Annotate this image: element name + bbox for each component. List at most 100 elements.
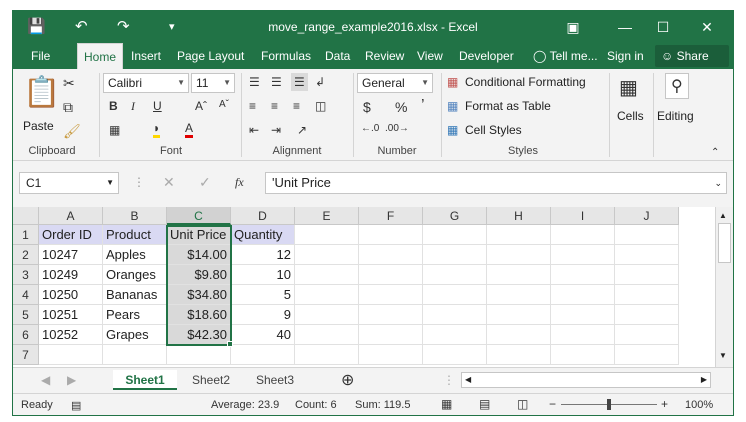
align-left-icon[interactable]: ≡: [249, 99, 256, 113]
column-header-g[interactable]: G: [423, 207, 487, 225]
underline-icon[interactable]: U: [153, 99, 162, 113]
select-all-corner[interactable]: [13, 207, 39, 225]
column-header-h[interactable]: H: [487, 207, 551, 225]
align-center-icon[interactable]: ≡: [271, 99, 278, 113]
tab-review[interactable]: Review: [361, 43, 408, 69]
increase-indent-icon[interactable]: ⇥: [271, 123, 281, 137]
merge-center-icon[interactable]: ◫: [315, 99, 326, 113]
cell[interactable]: [39, 345, 103, 365]
cell[interactable]: [295, 345, 359, 365]
cell[interactable]: [551, 265, 615, 285]
maximize-button[interactable]: ☐: [647, 16, 679, 38]
increase-decimal-icon[interactable]: ←.0: [361, 123, 379, 134]
comma-style-icon[interactable]: ’: [421, 97, 425, 115]
scroll-left-icon[interactable]: ◀: [465, 375, 471, 384]
cell[interactable]: 10250: [39, 285, 103, 305]
sheet-tab-sheet3[interactable]: Sheet3: [245, 370, 305, 390]
cell[interactable]: [615, 225, 679, 245]
cell[interactable]: [487, 265, 551, 285]
cell[interactable]: [615, 325, 679, 345]
increase-font-size-icon[interactable]: Aˆ: [195, 99, 207, 113]
cell[interactable]: 12: [231, 245, 295, 265]
cell[interactable]: Unit Price: [167, 225, 231, 245]
insert-function-icon[interactable]: fx: [235, 175, 244, 190]
align-right-icon[interactable]: ≡: [293, 99, 300, 113]
number-format-box[interactable]: General ▼: [357, 73, 433, 93]
decrease-font-size-icon[interactable]: Aˇ: [219, 99, 229, 110]
cell[interactable]: [295, 305, 359, 325]
cell[interactable]: 10: [231, 265, 295, 285]
cell[interactable]: [487, 305, 551, 325]
cell[interactable]: Product: [103, 225, 167, 245]
bold-icon[interactable]: B: [109, 99, 118, 113]
cell[interactable]: [295, 265, 359, 285]
page-layout-view-icon[interactable]: ▤: [479, 397, 490, 411]
font-name-box[interactable]: Calibri ▼: [103, 73, 189, 93]
cancel-icon[interactable]: ✕: [163, 174, 175, 191]
italic-icon[interactable]: I: [131, 99, 135, 114]
cells-icon[interactable]: ▦: [619, 75, 638, 100]
tab-developer[interactable]: Developer: [455, 43, 518, 69]
next-sheet-icon[interactable]: ▶: [67, 373, 76, 387]
enter-icon[interactable]: ✓: [199, 174, 211, 191]
cell[interactable]: $34.80: [167, 285, 231, 305]
cell[interactable]: [615, 285, 679, 305]
cell[interactable]: [551, 325, 615, 345]
search-icon[interactable]: ⚲: [665, 73, 689, 99]
cell[interactable]: [359, 225, 423, 245]
share-button[interactable]: ☺ Share: [655, 45, 729, 67]
column-header-j[interactable]: J: [615, 207, 679, 225]
align-bottom-icon[interactable]: ☰: [291, 73, 308, 91]
tell-me-search[interactable]: ◯ Tell me...: [529, 43, 602, 69]
worksheet-grid[interactable]: ABCDEFGHIJ 1 Order ID Product Unit Price Qua…: [13, 207, 733, 367]
scroll-down-icon[interactable]: ▼: [719, 351, 727, 360]
previous-sheet-icon[interactable]: ◀: [41, 373, 50, 387]
cell[interactable]: [615, 245, 679, 265]
column-header-b[interactable]: B: [103, 207, 167, 225]
column-header-c[interactable]: C: [167, 207, 231, 225]
cell[interactable]: Quantity: [231, 225, 295, 245]
decrease-indent-icon[interactable]: ⇤: [249, 123, 259, 137]
cell[interactable]: [295, 285, 359, 305]
row-header[interactable]: 1: [13, 225, 39, 245]
page-break-preview-icon[interactable]: ◫: [517, 397, 528, 411]
conditional-formatting-button[interactable]: Conditional Formatting: [465, 75, 586, 89]
tab-file[interactable]: File: [27, 43, 54, 69]
zoom-slider[interactable]: [561, 399, 657, 410]
vertical-scrollbar[interactable]: ▲ ▼: [715, 207, 733, 367]
fill-color-icon[interactable]: ◗: [153, 121, 161, 138]
ribbon-display-options-icon[interactable]: ▣: [557, 16, 589, 38]
percent-icon[interactable]: %: [395, 99, 407, 115]
tab-formulas[interactable]: Formulas: [257, 43, 315, 69]
minimize-button[interactable]: —: [609, 16, 641, 38]
fill-handle[interactable]: [227, 341, 233, 347]
cell[interactable]: [423, 245, 487, 265]
column-header-d[interactable]: D: [231, 207, 295, 225]
currency-icon[interactable]: $: [363, 99, 371, 115]
horizontal-scrollbar[interactable]: ◀ ▶: [461, 372, 711, 388]
tab-data[interactable]: Data: [321, 43, 354, 69]
editing-button[interactable]: Editing: [657, 109, 694, 123]
row-header[interactable]: 7: [13, 345, 39, 365]
cell[interactable]: 10249: [39, 265, 103, 285]
cell[interactable]: [423, 225, 487, 245]
cell[interactable]: [167, 345, 231, 365]
cell[interactable]: $14.00: [167, 245, 231, 265]
cell[interactable]: Order ID: [39, 225, 103, 245]
cell[interactable]: $42.30: [167, 325, 231, 345]
cells-button[interactable]: Cells: [617, 109, 644, 123]
cell[interactable]: [103, 345, 167, 365]
format-painter-icon[interactable]: 🖌: [63, 123, 81, 140]
cell[interactable]: [295, 245, 359, 265]
paste-icon[interactable]: 📋: [23, 75, 60, 110]
cell[interactable]: [487, 285, 551, 305]
cell[interactable]: [359, 305, 423, 325]
align-middle-icon[interactable]: ☰: [271, 75, 282, 89]
cell[interactable]: [423, 325, 487, 345]
cell[interactable]: [359, 245, 423, 265]
align-top-icon[interactable]: ☰: [249, 75, 260, 89]
formula-input[interactable]: 'Unit Price ⌄: [265, 172, 727, 194]
column-header-f[interactable]: F: [359, 207, 423, 225]
tab-page-layout[interactable]: Page Layout: [173, 43, 248, 69]
cell[interactable]: 9: [231, 305, 295, 325]
